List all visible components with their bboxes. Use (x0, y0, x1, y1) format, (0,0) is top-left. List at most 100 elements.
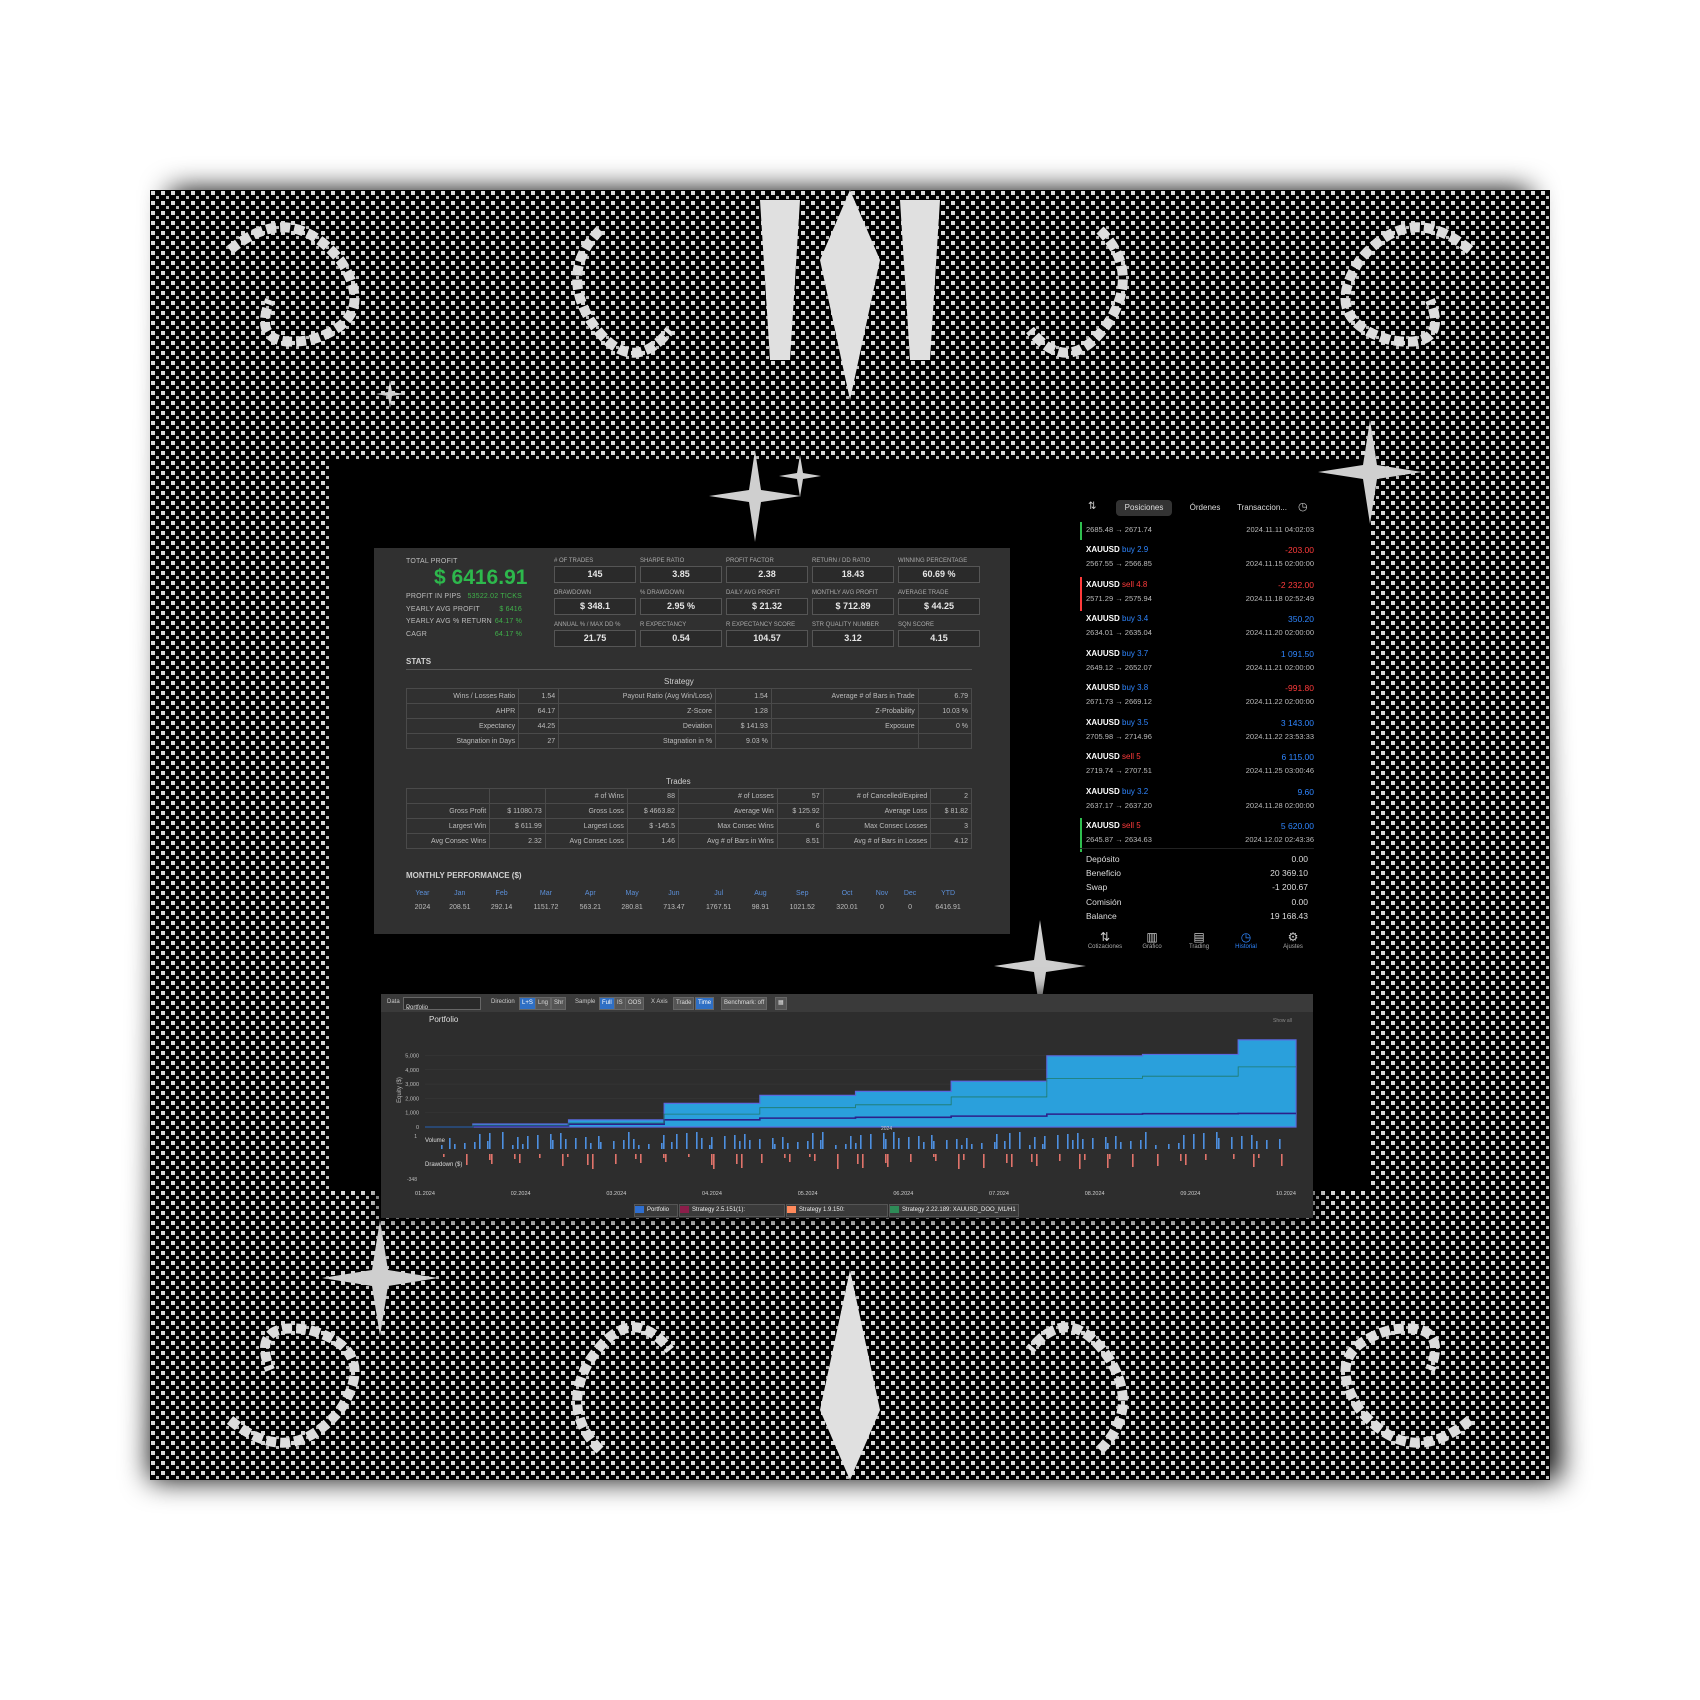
volume-label: Volume (425, 1138, 446, 1144)
drawdown-bar (1157, 1154, 1159, 1166)
table-cell: Largest Loss (544, 818, 628, 834)
drawdown-bar (1031, 1154, 1033, 1162)
list-item[interactable]: XAUUSD buy 2.9 -203.00 2567.55 → 2566.85 20… (1080, 542, 1316, 576)
legend-item[interactable]: Strategy 2.22.189: XAUUSD_DOO_M1/H1 (889, 1204, 1019, 1217)
symbol-text: XAUUSD (1086, 614, 1120, 623)
clock-icon[interactable]: ◷ (1298, 500, 1308, 513)
summary-row: Swap -1 200.67 (1086, 882, 1308, 896)
y-tick-label: 1,000 (405, 1111, 419, 1117)
summary-row: Comisión 0.00 (1086, 897, 1308, 911)
volume-bar (489, 1133, 491, 1149)
nav-item-historial[interactable]: ◷ Historial (1223, 930, 1269, 950)
table-cell: 98.91 (751, 903, 770, 911)
direction-long-button[interactable]: Lng (535, 997, 552, 1010)
table-cell: $ 11080.73 (489, 803, 546, 819)
column-header: Mar (539, 889, 552, 897)
grid-icon[interactable]: ▦ (775, 997, 787, 1010)
legend-item[interactable]: Portfolio (634, 1204, 678, 1217)
list-item[interactable]: XAUUSD buy 3.5 3 143.00 2705.98 → 2714.96 2… (1080, 715, 1316, 749)
symbol-text: XAUUSD (1086, 683, 1120, 692)
drawdown-bar (1253, 1154, 1255, 1167)
list-item[interactable]: XAUUSD buy 3.8 -991.80 2671.73 → 2669.12 20… (1080, 680, 1316, 714)
table-cell: 6.79 (917, 688, 973, 704)
list-item[interactable]: XAUUSD buy 3.4 350.20 2634.01 → 2635.04 202… (1080, 611, 1316, 645)
kpi-label: SHARPE RATIO (640, 558, 685, 564)
drawdown-bar (837, 1154, 839, 1169)
table-cell (405, 788, 491, 804)
xaxis-trade-button[interactable]: Trade (673, 997, 695, 1010)
x-tick-label: 01.2024 (415, 1191, 435, 1197)
table-cell: 0 (908, 903, 913, 911)
legend-item[interactable]: Strategy 1.9.150: XAUUSD_DOO_M1/H1 (786, 1204, 888, 1217)
list-item[interactable]: 2685.48 → 2671.74 2024.11.11 04:02:03 (1080, 522, 1316, 540)
table-cell: 320.01 (836, 903, 858, 911)
list-item[interactable]: XAUUSD buy 3.7 1 091.50 2649.12 → 2652.07 2… (1080, 646, 1316, 680)
volume-bar (600, 1142, 602, 1149)
table-cell: AHPR (405, 703, 520, 719)
drawdown-bar (663, 1154, 665, 1158)
drawdown-bar (910, 1154, 912, 1162)
tab-ordenes[interactable]: Órdenes (1180, 500, 1230, 516)
kpi-value: 4.15 (898, 630, 980, 647)
arrows-icon: ⇅ (1099, 930, 1111, 944)
legend-item[interactable]: Strategy 2.5.151(1): XAUUSD_DOO_M1/H1 (679, 1204, 785, 1217)
volume-bar (996, 1134, 998, 1149)
list-item[interactable]: XAUUSD sell 4.8 -2 232.00 2571.29 → 2575.9… (1080, 576, 1316, 611)
volume-bar (686, 1133, 688, 1149)
tab-transacciones[interactable]: Transaccion... (1232, 500, 1292, 516)
drawdown-bar (466, 1154, 468, 1165)
drawdown-bar (688, 1154, 690, 1157)
volume-bar (1120, 1142, 1122, 1149)
nav-item-trading[interactable]: ▤ Trading (1176, 930, 1222, 950)
sample-is-button[interactable]: IS (614, 997, 626, 1010)
table-cell: 6 (776, 818, 824, 834)
equity-chart-panel: Data Portfolio ⌄ Direction L+S Lng Shr Sa… (381, 994, 1313, 1218)
trade-symbol: XAUUSD sell 5 (1086, 752, 1141, 761)
kpi-card: PROFIT FACTOR 2.38 (726, 558, 808, 583)
kpi-label: MONTHLY AVG PROFIT (812, 590, 879, 596)
kpi-value: 3.85 (640, 566, 722, 583)
column-header: Year (415, 889, 430, 897)
trade-prices: 2705.98 → 2714.96 (1086, 731, 1152, 741)
sample-oos-button[interactable]: OOS (625, 997, 645, 1010)
sample-full-button[interactable]: Full (599, 997, 615, 1010)
direction-ls-button[interactable]: L+S (519, 997, 536, 1010)
drawdown-bar (887, 1154, 889, 1167)
table-cell: Avg Consec Loss (544, 833, 628, 849)
volume-bar (449, 1138, 451, 1149)
summary-row: Beneficio 20 369.10 (1086, 868, 1308, 882)
drawdown-bar (567, 1154, 569, 1157)
xaxis-time-button[interactable]: Time (695, 997, 715, 1010)
table-cell (917, 733, 973, 749)
data-select[interactable]: Portfolio ⌄ (403, 997, 481, 1011)
volume-bar (893, 1132, 895, 1149)
volume-bar (638, 1145, 640, 1149)
y-tick-label: 0 (416, 1125, 419, 1131)
benchmark-button[interactable]: Benchmark: off (721, 997, 768, 1010)
kpi-label: SQN SCORE (898, 622, 935, 628)
list-item[interactable]: XAUUSD sell 5 5 620.00 2645.87 → 2634.63 20… (1080, 818, 1316, 852)
kpi-value: 60.69 % (898, 566, 980, 583)
nav-item-cotizaciones[interactable]: ⇅ Cotizaciones (1082, 930, 1128, 950)
trade-date: 2024.11.25 03:00:46 (1245, 766, 1314, 775)
tab-posiciones[interactable]: Posiciones (1116, 500, 1172, 516)
table-cell: Largest Win (405, 818, 491, 834)
table-cell: 1151.72 (533, 903, 559, 911)
volume-bar (565, 1139, 567, 1149)
nav-item-gráfico[interactable]: ▥ Gráfico (1129, 930, 1175, 950)
list-item[interactable]: XAUUSD buy 3.2 9.60 2637.17 → 2637.20 2024.… (1080, 784, 1316, 818)
table-row: Largest Win $ 611.99 Largest Loss $ -145.5 M… (405, 818, 972, 834)
show-all-link[interactable]: Show all (1273, 1018, 1292, 1024)
summary-label: Depósito (1086, 854, 1120, 864)
kpi-card: DAILY AVG PROFIT $ 21.32 (726, 590, 808, 615)
summary-row: Balance 19 168.43 (1086, 911, 1308, 925)
sort-icon[interactable]: ⇅ (1088, 501, 1096, 512)
direction-short-button[interactable]: Shr (551, 997, 567, 1010)
list-item[interactable]: XAUUSD sell 5 6 115.00 2719.74 → 2707.51 20… (1080, 749, 1316, 783)
volume-bar (850, 1136, 852, 1149)
nav-item-ajustes[interactable]: ⚙ Ajustes (1270, 930, 1316, 950)
table-header-row: Year Jan Feb Mar Apr May Jun Jul Aug Sep Oct Nov Dec… (406, 886, 972, 900)
symbol-text: XAUUSD (1086, 717, 1120, 727)
table-cell: $ 125.92 (776, 803, 824, 819)
volume-bar (835, 1145, 837, 1149)
